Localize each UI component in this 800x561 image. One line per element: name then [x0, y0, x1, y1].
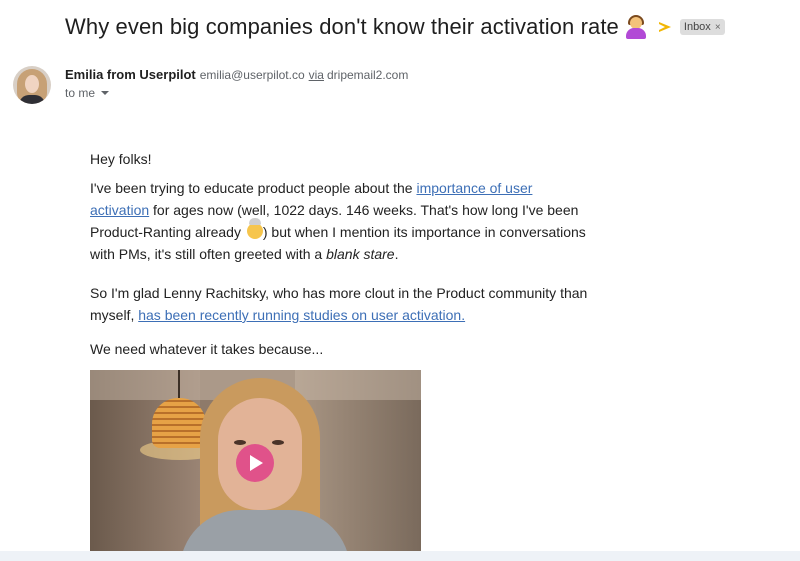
- sender-email: emilia@userpilot.co: [199, 68, 305, 82]
- greeting: Hey folks!: [90, 151, 152, 167]
- paragraph-whatever-it-takes: We need whatever it takes because...: [90, 341, 324, 357]
- chevron-down-icon[interactable]: [101, 91, 110, 95]
- paragraph-text: I've been trying to educate product peop…: [90, 180, 417, 196]
- page-bottom-edge: [0, 551, 800, 561]
- inbox-label-text: Inbox: [683, 21, 711, 33]
- importance-marker-icon[interactable]: [658, 22, 671, 32]
- pendant-lamp: [152, 398, 206, 448]
- video-thumbnail[interactable]: [90, 370, 421, 553]
- sender-avatar[interactable]: [13, 66, 51, 104]
- email-subject: Why even big companies don't know their …: [65, 14, 619, 39]
- subject-row: Why even big companies don't know their …: [65, 14, 725, 40]
- sender-line: Emilia from Userpilot emilia@userpilot.c…: [65, 67, 408, 82]
- play-icon[interactable]: [236, 444, 274, 482]
- remove-label-icon[interactable]: ×: [715, 22, 721, 33]
- sender-name[interactable]: Emilia from Userpilot: [65, 67, 196, 82]
- paragraph-lenny: So I'm glad Lenny Rachitsky, who has mor…: [90, 282, 590, 326]
- recipient-text: to me: [65, 86, 96, 100]
- via-domain: dripemail2.com: [326, 68, 409, 82]
- via-link[interactable]: via: [309, 68, 324, 82]
- recipient-details-toggle[interactable]: to me: [65, 86, 110, 100]
- blank-stare-text: blank stare: [326, 246, 395, 262]
- paragraph-text: .: [394, 246, 399, 262]
- inbox-label-chip[interactable]: Inbox ×: [679, 19, 725, 35]
- paragraph-activation: I've been trying to educate product peop…: [90, 177, 590, 265]
- mind-blown-emoji-icon: [246, 218, 263, 239]
- activation-studies-link[interactable]: has been recently running studies on use…: [138, 307, 465, 323]
- person-shrugging-emoji-icon: [625, 15, 647, 39]
